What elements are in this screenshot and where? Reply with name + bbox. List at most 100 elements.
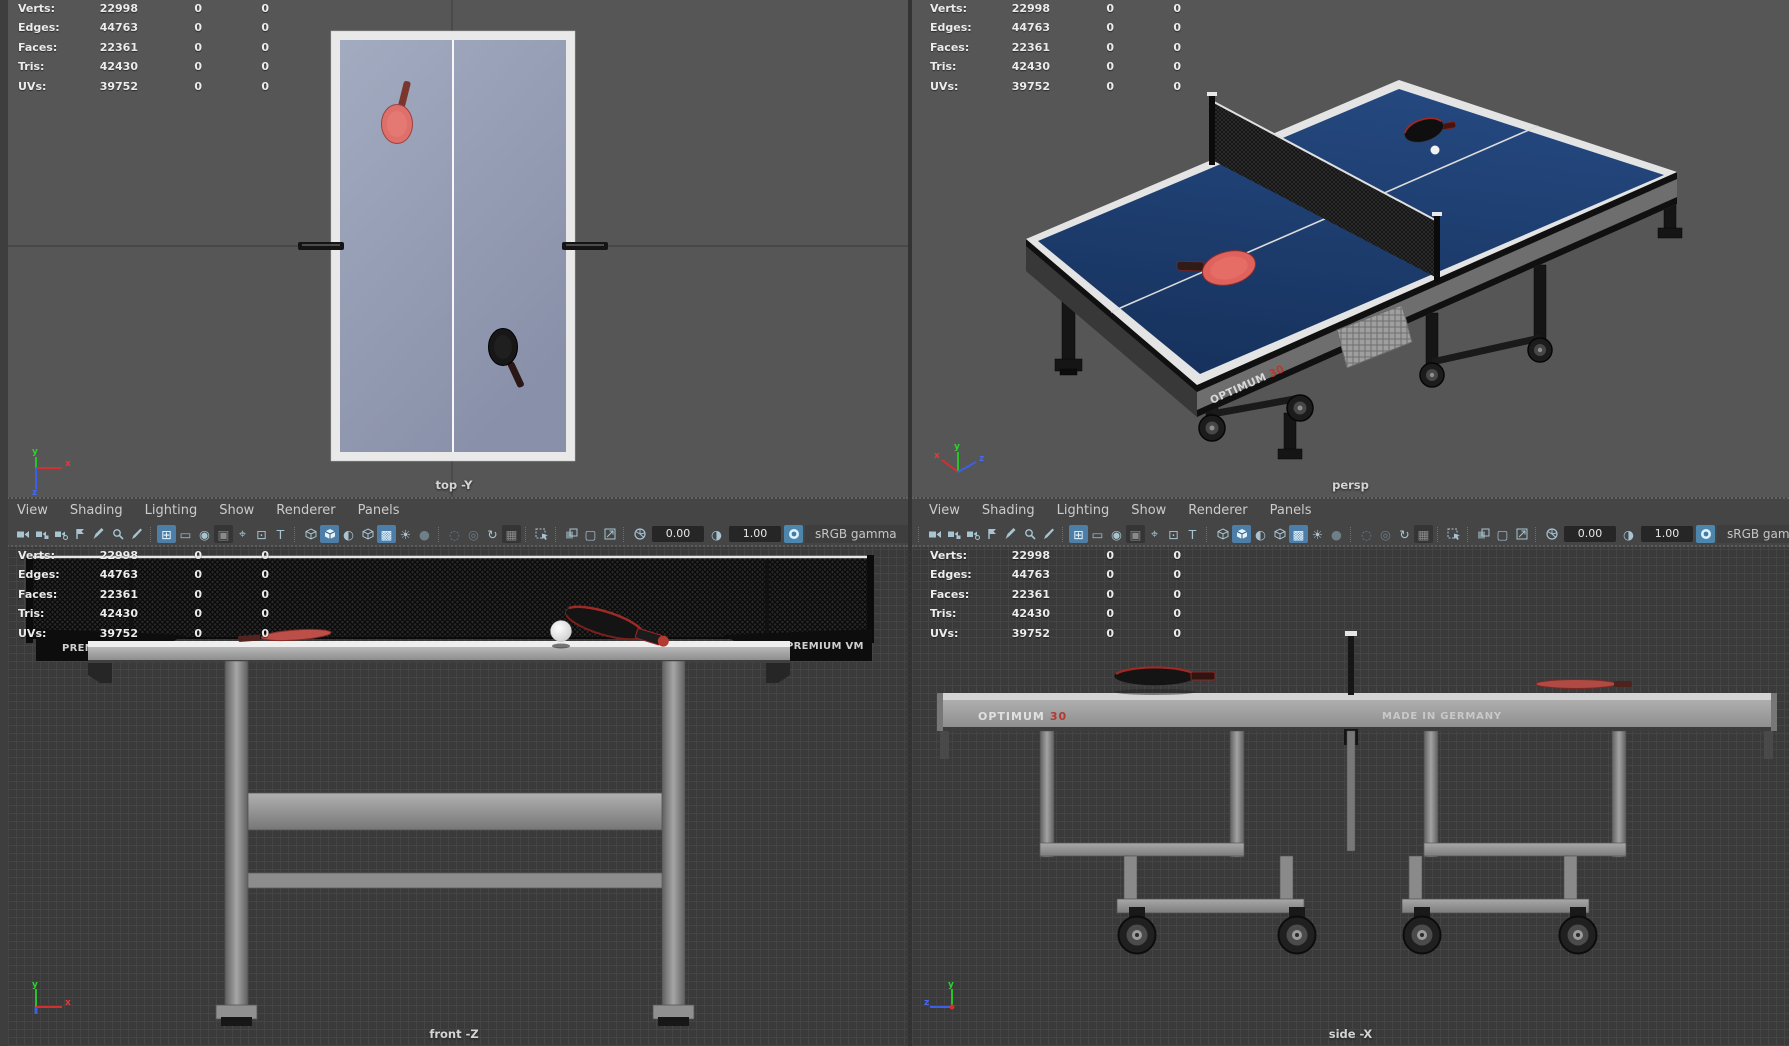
menu-item-view[interactable]: View (918, 499, 971, 523)
contrast-icon[interactable]: ◑ (1619, 525, 1638, 543)
exposure-icon[interactable] (630, 525, 649, 543)
shadows-icon[interactable]: ● (1327, 525, 1346, 543)
menu-item-view[interactable]: View (6, 499, 59, 523)
dof-icon[interactable]: ◎ (1376, 525, 1395, 543)
motion-blur-icon[interactable]: ↻ (1395, 525, 1414, 543)
bookmark-icon[interactable] (982, 525, 1001, 543)
snapshot-icon[interactable] (1512, 525, 1531, 543)
viewport-front[interactable]: PREMIUM VM PREMIUM VM (0, 547, 908, 1046)
menu-item-panels[interactable]: Panels (347, 499, 411, 523)
grease-pencil-icon[interactable] (127, 525, 146, 543)
gate-mask-icon[interactable]: ▣ (214, 525, 233, 543)
snapshot-icon[interactable] (600, 525, 619, 543)
menu-item-show[interactable]: Show (1120, 499, 1177, 523)
viewport-label-front: front -Z (429, 1027, 479, 1041)
image-plane-icon[interactable] (89, 525, 108, 543)
pan-zoom-icon[interactable] (108, 525, 127, 543)
wireframe-cube-icon[interactable] (1213, 525, 1232, 543)
colorspace-select[interactable]: sRGB gamma (1717, 525, 1789, 543)
exposure-field[interactable]: 0.00 (652, 526, 704, 542)
ao-icon[interactable]: ◌ (1357, 525, 1376, 543)
svg-text:x: x (65, 998, 71, 1008)
default-material-icon[interactable] (358, 525, 377, 543)
smooth-shade-icon[interactable] (320, 525, 339, 543)
shadows-icon[interactable]: ● (415, 525, 434, 543)
svg-text:y: y (32, 447, 38, 457)
pan-zoom-icon[interactable] (1020, 525, 1039, 543)
hud-stat-value: 44763 (1011, 568, 1050, 582)
ao-icon[interactable]: ◌ (445, 525, 464, 543)
safe-title-icon[interactable]: T (1183, 525, 1202, 543)
table-foot-left (215, 1004, 258, 1020)
exposure-icon[interactable] (1542, 525, 1561, 543)
dof-icon[interactable]: ◎ (464, 525, 483, 543)
film-gate-icon[interactable]: ▭ (1088, 525, 1107, 543)
viewport-side[interactable]: OPTIMUM 30 MADE IN GERMANY Verts: 22998 … (912, 547, 1789, 1046)
menu-item-renderer[interactable]: Renderer (265, 499, 346, 523)
viewport-persp[interactable]: OPTIMUM30 Verts: 22998 0 0 Edges: 44763 … (912, 0, 1789, 497)
menu-item-panels[interactable]: Panels (1259, 499, 1323, 523)
lights-icon[interactable]: ☀ (396, 525, 415, 543)
menu-item-lighting[interactable]: Lighting (134, 499, 209, 523)
gamma-field[interactable]: 1.00 (729, 526, 781, 542)
resolution-gate-icon[interactable]: ◉ (195, 525, 214, 543)
multisample-icon[interactable]: ▦ (502, 525, 521, 543)
isolate-select-icon[interactable] (1444, 525, 1463, 543)
table-end-drop-left (940, 731, 949, 759)
checker-icon[interactable]: ▩ (377, 525, 396, 543)
image-plane-icon[interactable] (1001, 525, 1020, 543)
isolate-select-icon[interactable] (532, 525, 551, 543)
smooth-shade-icon[interactable] (1232, 525, 1251, 543)
safe-action-icon[interactable]: ⊡ (252, 525, 271, 543)
grid-icon[interactable]: ⊞ (1069, 525, 1088, 543)
select-camera-icon[interactable] (925, 525, 944, 543)
multisample-icon[interactable]: ▦ (1414, 525, 1433, 543)
lock-camera-icon[interactable] (32, 525, 51, 543)
grease-pencil-icon[interactable] (1039, 525, 1058, 543)
hud-stat-value: 0 (194, 568, 202, 582)
field-chart-icon[interactable]: ⌖ (1145, 525, 1164, 543)
xray-active-icon[interactable] (1474, 525, 1493, 543)
exposure-field[interactable]: 0.00 (1564, 526, 1616, 542)
motion-blur-icon[interactable]: ↻ (483, 525, 502, 543)
select-camera-icon[interactable] (13, 525, 32, 543)
menu-item-shading[interactable]: Shading (971, 499, 1046, 523)
table-leg-left (224, 660, 249, 1010)
grid-icon[interactable]: ⊞ (157, 525, 176, 543)
resolution-gate-icon[interactable]: ◉ (1107, 525, 1126, 543)
hud-row: Tris: 42430 0 0 (912, 60, 1212, 79)
camera-attributes-icon[interactable] (963, 525, 982, 543)
menu-item-shading[interactable]: Shading (59, 499, 134, 523)
safe-action-icon[interactable]: ⊡ (1164, 525, 1183, 543)
gate-mask-icon[interactable]: ▣ (1126, 525, 1145, 543)
bookmark-icon[interactable] (70, 525, 89, 543)
lights-icon[interactable]: ☀ (1308, 525, 1327, 543)
textured-icon[interactable]: ◐ (1251, 525, 1270, 543)
hud-stat-value: 22998 (99, 549, 138, 562)
menu-item-lighting[interactable]: Lighting (1046, 499, 1121, 523)
field-chart-icon[interactable]: ⌖ (233, 525, 252, 543)
safe-title-icon[interactable]: T (271, 525, 290, 543)
menu-item-show[interactable]: Show (208, 499, 265, 523)
textured-icon[interactable]: ◐ (339, 525, 358, 543)
gamma-field[interactable]: 1.00 (1641, 526, 1693, 542)
gamma-toggle-button[interactable] (1696, 525, 1715, 543)
hud-stat-value: 22361 (99, 40, 138, 54)
camera-attributes-icon[interactable] (51, 525, 70, 543)
checker-icon[interactable]: ▩ (1289, 525, 1308, 543)
viewport-divider[interactable] (908, 0, 912, 1046)
wireframe-cube-icon[interactable] (301, 525, 320, 543)
film-gate-icon[interactable]: ▭ (176, 525, 195, 543)
contrast-icon[interactable]: ◑ (707, 525, 726, 543)
default-material-icon[interactable] (1270, 525, 1289, 543)
menu-item-renderer[interactable]: Renderer (1177, 499, 1258, 523)
lock-camera-icon[interactable] (944, 525, 963, 543)
table-leg-right (661, 660, 686, 1010)
xray-active-icon[interactable] (562, 525, 581, 543)
xray-icon[interactable]: ▢ (581, 525, 600, 543)
table-end-drop-right (1764, 731, 1773, 759)
xray-icon[interactable]: ▢ (1493, 525, 1512, 543)
gamma-toggle-button[interactable] (784, 525, 803, 543)
svg-text:x: x (934, 451, 940, 461)
viewport-top[interactable]: Verts: 22998 0 0 Edges: 44763 0 0 Faces: 22361 0 0 T… (0, 0, 908, 497)
